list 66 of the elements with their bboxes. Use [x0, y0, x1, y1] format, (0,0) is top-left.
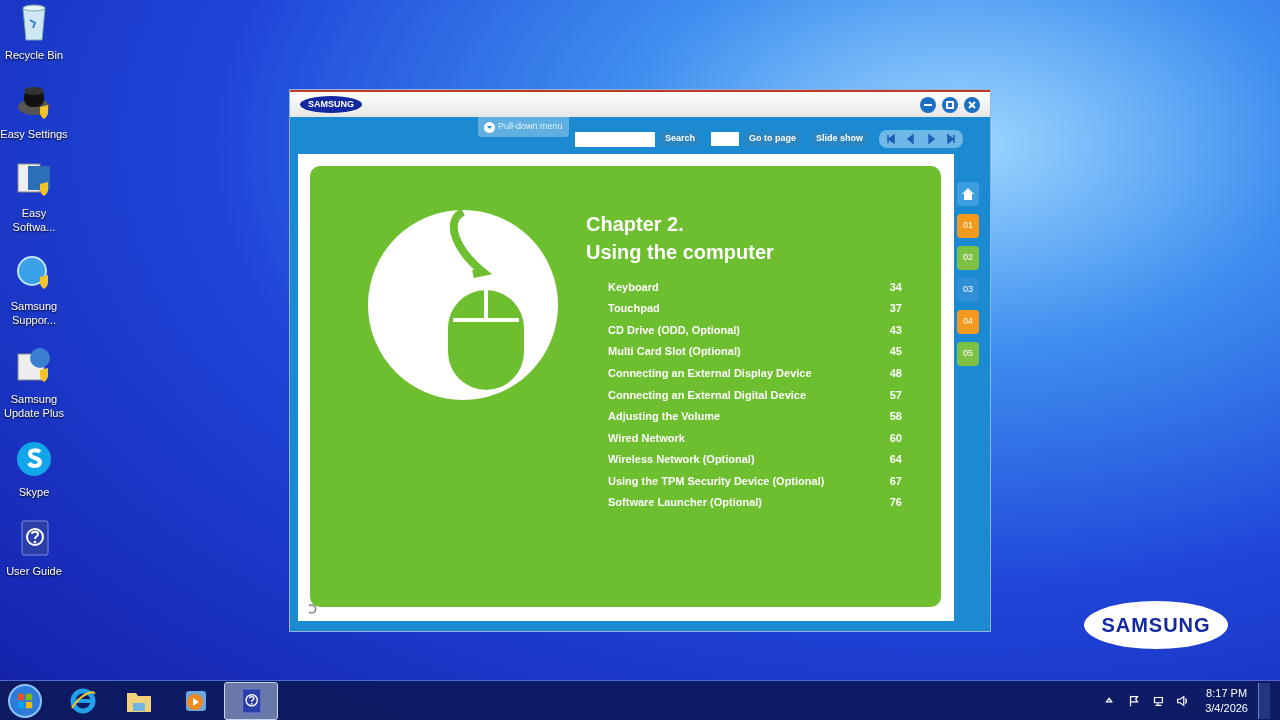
desktop-icon-label[interactable]: Samsung Update Plus — [0, 392, 68, 420]
page-number: 43 — [889, 322, 902, 338]
close-icon — [968, 100, 976, 109]
desktop-icon-label[interactable]: Skype — [18, 485, 50, 499]
pulldown-menu-button[interactable]: Pull-down menu — [478, 117, 569, 137]
chapter-tab[interactable]: 02 — [957, 246, 979, 270]
home-button[interactable] — [957, 182, 979, 206]
desktop-icon-label[interactable]: User Guide — [6, 564, 62, 578]
chapter-tab[interactable]: 04 — [957, 310, 979, 334]
page-number: 60 — [889, 430, 902, 446]
first-page-icon[interactable] — [885, 133, 898, 145]
toc-entry-link[interactable]: Touchpad — [608, 300, 660, 317]
page-number: 57 — [889, 387, 902, 403]
toc-entry-link[interactable]: Keyboard — [608, 278, 659, 296]
chapter-subtitle: Using the computer — [586, 240, 775, 265]
clock-time[interactable]: 8:17 PM — [1206, 685, 1248, 701]
page-number: 45 — [889, 344, 902, 360]
chevron-down-icon — [484, 121, 495, 133]
search-button[interactable]: Search — [661, 132, 700, 146]
chapter-title: Chapter 2. — [586, 212, 685, 237]
slide-show-button[interactable]: Slide show — [812, 132, 868, 146]
page-number: 67 — [889, 473, 902, 489]
speaker-icon[interactable] — [1175, 693, 1190, 708]
close-button[interactable] — [964, 96, 980, 113]
page-number: 76 — [889, 495, 902, 511]
page-number-field[interactable] — [711, 132, 740, 146]
page-number: 37 — [889, 301, 902, 317]
toc-entry-link[interactable]: Connecting an External Digital Device — [608, 386, 807, 403]
page-number: 34 — [889, 279, 902, 295]
home-icon — [961, 187, 975, 201]
last-page-icon[interactable] — [945, 133, 958, 145]
taskbar-button[interactable] — [224, 681, 278, 720]
windows-logo-icon — [16, 691, 34, 710]
page-number: 64 — [889, 452, 902, 468]
toc-entry-link[interactable]: Adjusting the Volume — [608, 408, 721, 425]
toc-entry-link[interactable]: Wireless Network (Optional) — [608, 451, 755, 468]
chapter-tab[interactable]: 01 — [957, 214, 979, 238]
show-desktop-button[interactable] — [1258, 682, 1270, 719]
search-field[interactable] — [575, 131, 655, 147]
desktop-icon-label[interactable]: Samsung Suppor... — [0, 299, 68, 327]
page-number: 58 — [889, 409, 902, 425]
toc-entry-link[interactable]: CD Drive (ODD, Optional) — [608, 321, 740, 339]
desktop-icon-label[interactable]: Recycle Bin — [4, 48, 64, 62]
maximize-icon — [946, 100, 954, 109]
maximize-button[interactable] — [942, 96, 958, 113]
clock-date[interactable]: 3/4/2026 — [1205, 700, 1248, 716]
toc-entry-link[interactable]: Wired Network — [608, 429, 685, 447]
toc-entry-link[interactable]: Connecting an External Display Device — [608, 364, 812, 382]
start-button[interactable] — [8, 683, 42, 718]
flag-icon[interactable] — [1127, 693, 1142, 708]
desktop-icon-label[interactable]: Easy Softwa... — [0, 206, 68, 234]
next-page-icon[interactable] — [925, 133, 938, 145]
minimize-icon — [923, 102, 933, 107]
toc-entry-link[interactable]: Using the TPM Security Device (Optional) — [608, 472, 825, 490]
go-to-page-button[interactable]: Go to page — [745, 132, 801, 146]
page-number: 48 — [889, 365, 902, 381]
desktop-icon-label[interactable]: Easy Settings — [0, 127, 68, 141]
samsung-logo: SAMSUNG — [300, 96, 362, 113]
chapter-tab[interactable]: 03 — [957, 278, 979, 302]
chapter-tab[interactable]: 05 — [957, 342, 979, 366]
toc-entry-link[interactable]: Software Launcher (Optional) — [608, 494, 762, 511]
toc-entry-link[interactable]: Multi Card Slot (Optional) — [608, 343, 741, 360]
mouse-logo-icon — [368, 210, 558, 400]
minimize-button[interactable] — [920, 96, 936, 113]
samsung-logo: SAMSUNG — [1084, 601, 1228, 649]
skype-icon[interactable] — [14, 439, 54, 479]
